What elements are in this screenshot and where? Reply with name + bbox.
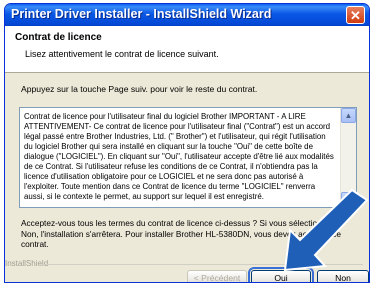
close-icon: ✕ <box>350 8 361 23</box>
header-title: Contrat de licence <box>15 32 102 43</box>
scroll-down-button[interactable]: ▼ <box>341 192 356 207</box>
yes-button-label: Oui <box>274 273 288 283</box>
scroll-down-icon: ▼ <box>344 195 353 204</box>
instruction-text: Appuyez sur la touche Page suiv. pour vo… <box>21 84 258 94</box>
header-subtitle: Lisez attentivement le contrat de licenc… <box>25 49 219 59</box>
no-button-label: Non <box>335 273 351 283</box>
license-textbox[interactable]: Contrat de licence pour l'utilisateur fi… <box>19 107 357 208</box>
window-title: Printer Driver Installer - InstallShield… <box>11 7 272 21</box>
scroll-up-button[interactable]: ▲ <box>341 108 356 123</box>
wizard-header: Contrat de licence Lisez attentivement l… <box>5 26 369 73</box>
license-text: Contrat de licence pour l'utilisateur fi… <box>24 112 334 201</box>
scroll-up-icon: ▲ <box>344 111 353 120</box>
footer-divider <box>41 264 363 265</box>
previous-button[interactable]: < Précédent <box>187 270 247 282</box>
vertical-scrollbar[interactable]: ▲ ▼ <box>340 108 356 207</box>
acceptance-question: Acceptez-vous tous les termes du contrat… <box>21 218 341 249</box>
close-button[interactable]: ✕ <box>346 6 365 24</box>
yes-button[interactable]: Oui <box>248 267 314 283</box>
title-bar[interactable]: Printer Driver Installer - InstallShield… <box>5 4 369 26</box>
no-button[interactable]: Non <box>317 270 369 283</box>
installer-window: Printer Driver Installer - InstallShield… <box>4 3 370 283</box>
